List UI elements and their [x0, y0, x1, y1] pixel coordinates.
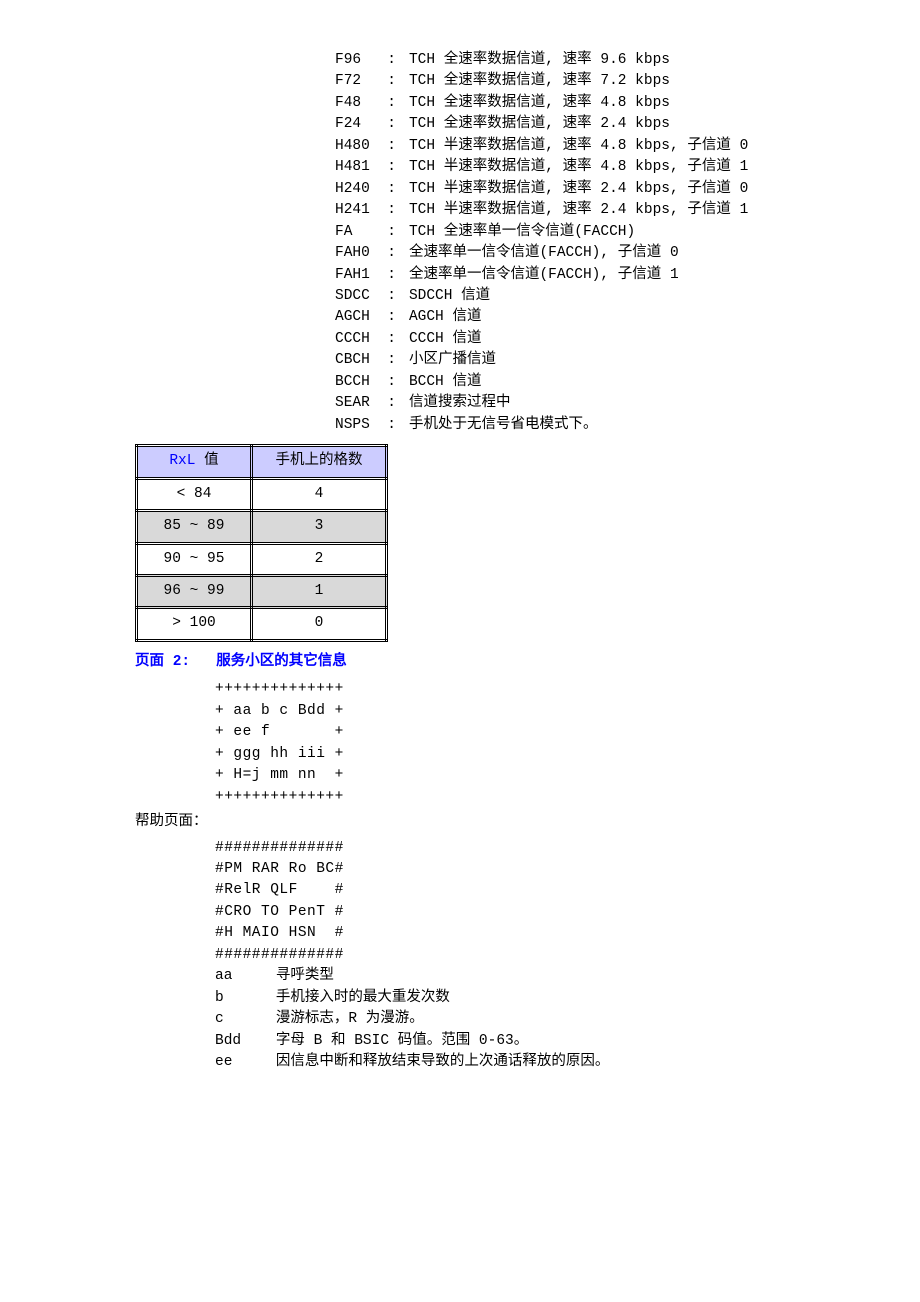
help-ascii-block: ############## #PM RAR Ro BC# #RelR QLF …	[215, 838, 790, 967]
definition-key: AGCH	[335, 307, 374, 328]
definition-value: TCH 半速率数据信道, 速率 2.4 kbps, 子信道 0	[409, 179, 748, 200]
definition-row: CBCH : 小区广播信道	[335, 350, 790, 371]
definition-row: H240 : TCH 半速率数据信道, 速率 2.4 kbps, 子信道 0	[335, 179, 790, 200]
definition-row: F72 : TCH 全速率数据信道, 速率 7.2 kbps	[335, 71, 790, 92]
definition-value: TCH 全速率单一信令信道(FACCH)	[409, 222, 635, 243]
rxl-range-cell: 90 ~ 95	[137, 543, 252, 575]
help-parameters: aa寻呼类型b手机接入时的最大重发次数c漫游标志，R 为漫游。Bdd字母 B 和…	[215, 966, 790, 1073]
table-row: 96 ~ 991	[137, 575, 387, 607]
param-key: aa	[215, 966, 276, 987]
definition-value: AGCH 信道	[409, 307, 482, 328]
param-value: 漫游标志，R 为漫游。	[276, 1009, 424, 1030]
param-key: ee	[215, 1052, 276, 1073]
param-key: b	[215, 988, 276, 1009]
definition-key: H480	[335, 136, 374, 157]
channel-definitions: F96 : TCH 全速率数据信道, 速率 9.6 kbpsF72 : TCH …	[335, 50, 790, 436]
bars-count-cell: 2	[252, 543, 387, 575]
param-value: 寻呼类型	[276, 966, 334, 987]
definition-row: NSPS : 手机处于无信号省电模式下。	[335, 415, 790, 436]
definition-value: TCH 半速率数据信道, 速率 4.8 kbps, 子信道 1	[409, 157, 748, 178]
param-key: Bdd	[215, 1031, 276, 1052]
param-value: 字母 B 和 BSIC 码值。范围 0-63。	[276, 1031, 528, 1052]
table-header-rxl: RxL 值	[137, 446, 252, 478]
definition-value: 手机处于无信号省电模式下。	[409, 415, 598, 436]
definition-key: SDCC	[335, 286, 374, 307]
page-2-ascii-block: ++++++++++++++ + aa b c Bdd + + ee f + +…	[215, 679, 790, 808]
definition-row: FAH1 : 全速率单一信令信道(FACCH), 子信道 1	[335, 265, 790, 286]
bars-count-cell: 4	[252, 478, 387, 510]
param-value: 因信息中断和释放结束导致的上次通话释放的原因。	[276, 1052, 610, 1073]
bars-count-cell: 1	[252, 575, 387, 607]
definition-row: SDCC : SDCCH 信道	[335, 286, 790, 307]
definition-key: H481	[335, 157, 374, 178]
definition-value: 全速率单一信令信道(FACCH), 子信道 0	[409, 243, 679, 264]
definition-row: SEAR : 信道搜索过程中	[335, 393, 790, 414]
rxl-link[interactable]: RxL	[169, 453, 195, 469]
definition-row: H481 : TCH 半速率数据信道, 速率 4.8 kbps, 子信道 1	[335, 157, 790, 178]
definition-key: SEAR	[335, 393, 374, 414]
definition-value: TCH 全速率数据信道, 速率 7.2 kbps	[409, 71, 670, 92]
bars-count-cell: 3	[252, 511, 387, 543]
definition-row: F24 : TCH 全速率数据信道, 速率 2.4 kbps	[335, 114, 790, 135]
definition-key: FA	[335, 222, 374, 243]
definition-row: F96 : TCH 全速率数据信道, 速率 9.6 kbps	[335, 50, 790, 71]
param-row: c漫游标志，R 为漫游。	[215, 1009, 790, 1030]
definition-value: BCCH 信道	[409, 372, 482, 393]
param-row: Bdd字母 B 和 BSIC 码值。范围 0-63。	[215, 1031, 790, 1052]
definition-row: F48 : TCH 全速率数据信道, 速率 4.8 kbps	[335, 93, 790, 114]
definition-key: NSPS	[335, 415, 374, 436]
definition-key: CCCH	[335, 329, 374, 350]
definition-key: F48	[335, 93, 374, 114]
definition-key: F96	[335, 50, 374, 71]
definition-value: CCCH 信道	[409, 329, 482, 350]
definition-row: FAH0 : 全速率单一信令信道(FACCH), 子信道 0	[335, 243, 790, 264]
table-row: < 844	[137, 478, 387, 510]
definition-row: H480 : TCH 半速率数据信道, 速率 4.8 kbps, 子信道 0	[335, 136, 790, 157]
param-row: b手机接入时的最大重发次数	[215, 988, 790, 1009]
definition-key: FAH0	[335, 243, 374, 264]
definition-key: F72	[335, 71, 374, 92]
rxl-signal-table: RxL 值 手机上的格数 < 84485 ~ 89390 ~ 95296 ~ 9…	[135, 444, 388, 642]
definition-row: H241 : TCH 半速率数据信道, 速率 2.4 kbps, 子信道 1	[335, 200, 790, 221]
definition-value: SDCCH 信道	[409, 286, 490, 307]
table-header-bars: 手机上的格数	[252, 446, 387, 478]
rxl-range-cell: < 84	[137, 478, 252, 510]
table-row: 90 ~ 952	[137, 543, 387, 575]
param-row: aa寻呼类型	[215, 966, 790, 987]
page-2-heading: 页面 2: 服务小区的其它信息	[135, 652, 790, 673]
definition-key: F24	[335, 114, 374, 135]
definition-key: CBCH	[335, 350, 374, 371]
definition-key: H240	[335, 179, 374, 200]
param-value: 手机接入时的最大重发次数	[276, 988, 450, 1009]
definition-value: TCH 全速率数据信道, 速率 9.6 kbps	[409, 50, 670, 71]
param-row: ee因信息中断和释放结束导致的上次通话释放的原因。	[215, 1052, 790, 1073]
definition-value: 信道搜索过程中	[409, 393, 511, 414]
rxl-range-cell: 96 ~ 99	[137, 575, 252, 607]
definition-row: FA : TCH 全速率单一信令信道(FACCH)	[335, 222, 790, 243]
bars-count-cell: 0	[252, 608, 387, 640]
param-key: c	[215, 1009, 276, 1030]
rxl-range-cell: 85 ~ 89	[137, 511, 252, 543]
rxl-range-cell: > 100	[137, 608, 252, 640]
definition-value: TCH 全速率数据信道, 速率 2.4 kbps	[409, 114, 670, 135]
definition-key: FAH1	[335, 265, 374, 286]
definition-value: TCH 全速率数据信道, 速率 4.8 kbps	[409, 93, 670, 114]
definition-key: BCCH	[335, 372, 374, 393]
definition-row: BCCH : BCCH 信道	[335, 372, 790, 393]
definition-value: TCH 半速率数据信道, 速率 4.8 kbps, 子信道 0	[409, 136, 748, 157]
definition-value: 全速率单一信令信道(FACCH), 子信道 1	[409, 265, 679, 286]
definition-row: CCCH : CCCH 信道	[335, 329, 790, 350]
definition-value: TCH 半速率数据信道, 速率 2.4 kbps, 子信道 1	[409, 200, 748, 221]
definition-key: H241	[335, 200, 374, 221]
definition-row: AGCH : AGCH 信道	[335, 307, 790, 328]
table-row: > 1000	[137, 608, 387, 640]
definition-value: 小区广播信道	[409, 350, 496, 371]
help-page-label: 帮助页面：	[135, 812, 790, 833]
table-row: 85 ~ 893	[137, 511, 387, 543]
